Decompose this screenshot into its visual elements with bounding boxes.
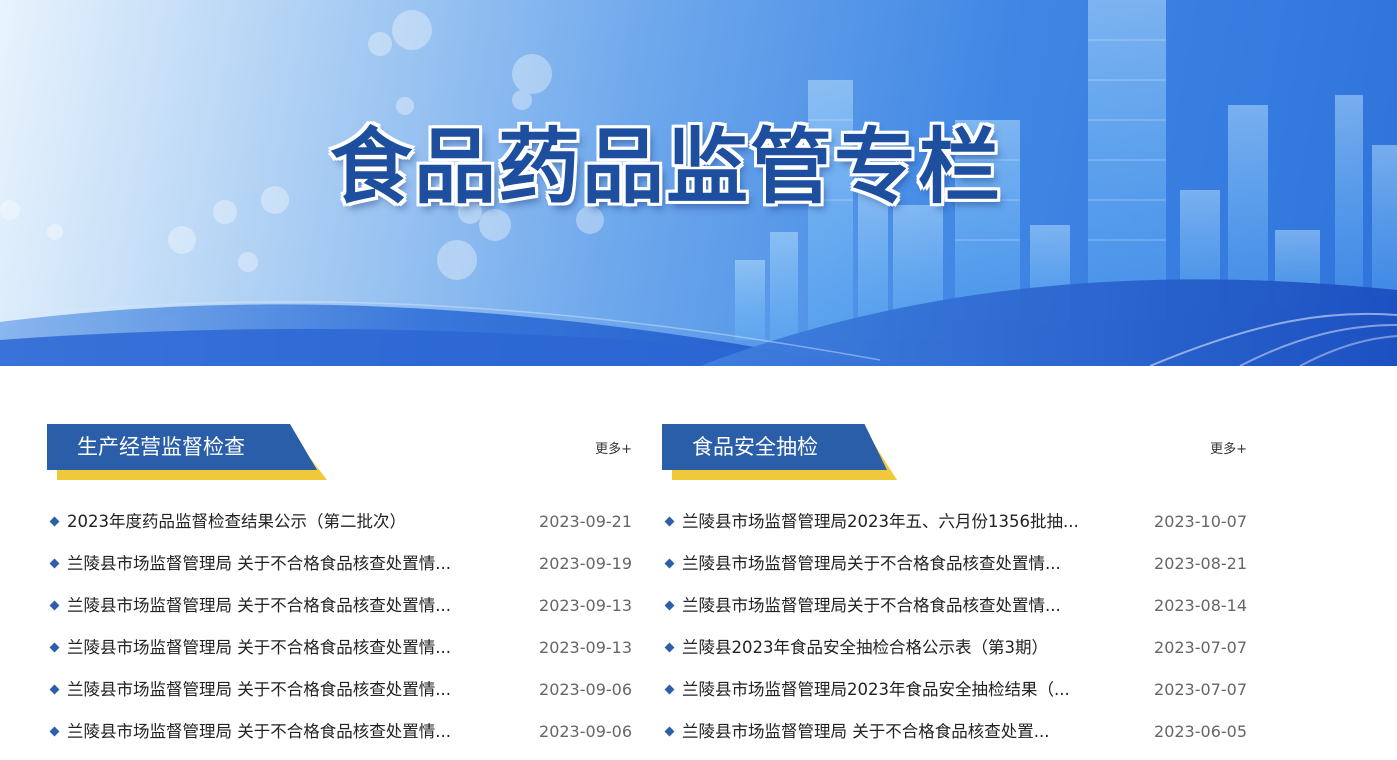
list-item[interactable]: 兰陵县市场监督管理局2023年五、六月份1356批抽... 2023-10-07 xyxy=(662,508,1247,550)
item-title-link[interactable]: 兰陵县市场监督管理局2023年五、六月份1356批抽... xyxy=(682,508,1102,536)
item-date: 2023-08-14 xyxy=(1154,596,1247,615)
item-date: 2023-09-06 xyxy=(539,680,632,699)
item-title-link[interactable]: 兰陵县市场监督管理局 关于不合格食品核查处置情... xyxy=(67,718,487,746)
item-title-link[interactable]: 2023年度药品监督检查结果公示（第二批次） xyxy=(67,508,487,536)
item-title-link[interactable]: 兰陵县市场监督管理局 关于不合格食品核查处置情... xyxy=(67,676,487,704)
more-link[interactable]: 更多+ xyxy=(1210,438,1247,457)
list-item[interactable]: 2023年度药品监督检查结果公示（第二批次） 2023-09-21 xyxy=(47,508,632,550)
banner: 食品药品监管专栏 xyxy=(0,0,1397,366)
item-title-link[interactable]: 兰陵县市场监督管理局2023年食品安全抽检结果（... xyxy=(682,676,1102,704)
item-date: 2023-09-06 xyxy=(539,722,632,741)
section-header: 食品安全抽检 更多+ xyxy=(662,424,1247,482)
diamond-bullet-icon xyxy=(664,558,675,569)
diamond-bullet-icon xyxy=(664,642,675,653)
news-list: 兰陵县市场监督管理局2023年五、六月份1356批抽... 2023-10-07 … xyxy=(662,508,1247,760)
item-date: 2023-07-07 xyxy=(1154,638,1247,657)
diamond-bullet-icon xyxy=(664,684,675,695)
item-title-link[interactable]: 兰陵县市场监督管理局 关于不合格食品核查处置... xyxy=(682,718,1102,746)
list-item[interactable]: 兰陵县市场监督管理局关于不合格食品核查处置情... 2023-08-21 xyxy=(662,550,1247,592)
item-date: 2023-09-19 xyxy=(539,554,632,573)
item-date: 2023-09-13 xyxy=(539,638,632,657)
section-food-sampling: 食品安全抽检 更多+ 兰陵县市场监督管理局2023年五、六月份1356批抽...… xyxy=(662,424,1247,741)
diamond-bullet-icon xyxy=(49,600,60,611)
news-list: 2023年度药品监督检查结果公示（第二批次） 2023-09-21 兰陵县市场监督… xyxy=(47,508,632,760)
item-title-link[interactable]: 兰陵县市场监督管理局 关于不合格食品核查处置情... xyxy=(67,592,487,620)
list-item[interactable]: 兰陵县市场监督管理局 关于不合格食品核查处置情... 2023-09-13 xyxy=(47,634,632,676)
section-header: 生产经营监督检查 更多+ xyxy=(47,424,632,482)
item-date: 2023-08-21 xyxy=(1154,554,1247,573)
diamond-bullet-icon xyxy=(664,600,675,611)
diamond-bullet-icon xyxy=(49,684,60,695)
list-item[interactable]: 兰陵县2023年食品安全抽检合格公示表（第3期） 2023-07-07 xyxy=(662,634,1247,676)
list-item[interactable]: 兰陵县市场监督管理局 关于不合格食品核查处置情... 2023-09-06 xyxy=(47,718,632,760)
diamond-bullet-icon xyxy=(664,516,675,527)
diamond-bullet-icon xyxy=(49,726,60,737)
section-title: 食品安全抽检 xyxy=(692,435,818,459)
item-title-link[interactable]: 兰陵县2023年食品安全抽检合格公示表（第3期） xyxy=(682,634,1102,662)
list-item[interactable]: 兰陵县市场监督管理局 关于不合格食品核查处置情... 2023-09-19 xyxy=(47,550,632,592)
list-item[interactable]: 兰陵县市场监督管理局关于不合格食品核查处置情... 2023-08-14 xyxy=(662,592,1247,634)
list-item[interactable]: 兰陵县市场监督管理局 关于不合格食品核查处置... 2023-06-05 xyxy=(662,718,1247,760)
item-title-link[interactable]: 兰陵县市场监督管理局关于不合格食品核查处置情... xyxy=(682,592,1102,620)
section-tab[interactable]: 食品安全抽检 xyxy=(662,424,947,480)
list-item[interactable]: 兰陵县市场监督管理局 关于不合格食品核查处置情... 2023-09-06 xyxy=(47,676,632,718)
diamond-bullet-icon xyxy=(49,516,60,527)
item-date: 2023-06-05 xyxy=(1154,722,1247,741)
list-item[interactable]: 兰陵县市场监督管理局2023年食品安全抽检结果（... 2023-07-07 xyxy=(662,676,1247,718)
diamond-bullet-icon xyxy=(664,726,675,737)
section-title: 生产经营监督检查 xyxy=(77,435,245,459)
item-date: 2023-09-13 xyxy=(539,596,632,615)
item-title-link[interactable]: 兰陵县市场监督管理局 关于不合格食品核查处置情... xyxy=(67,634,487,662)
section-tab[interactable]: 生产经营监督检查 xyxy=(47,424,332,480)
diamond-bullet-icon xyxy=(49,558,60,569)
page-title: 食品药品监管专栏 xyxy=(330,120,1003,215)
item-date: 2023-07-07 xyxy=(1154,680,1247,699)
more-link[interactable]: 更多+ xyxy=(595,438,632,457)
item-date: 2023-09-21 xyxy=(539,512,632,531)
diamond-bullet-icon xyxy=(49,642,60,653)
section-production-inspection: 生产经营监督检查 更多+ 2023年度药品监督检查结果公示（第二批次） 2023-… xyxy=(47,424,632,741)
item-title-link[interactable]: 兰陵县市场监督管理局关于不合格食品核查处置情... xyxy=(682,550,1102,578)
item-title-link[interactable]: 兰陵县市场监督管理局 关于不合格食品核查处置情... xyxy=(67,550,487,578)
item-date: 2023-10-07 xyxy=(1154,512,1247,531)
list-item[interactable]: 兰陵县市场监督管理局 关于不合格食品核查处置情... 2023-09-13 xyxy=(47,592,632,634)
